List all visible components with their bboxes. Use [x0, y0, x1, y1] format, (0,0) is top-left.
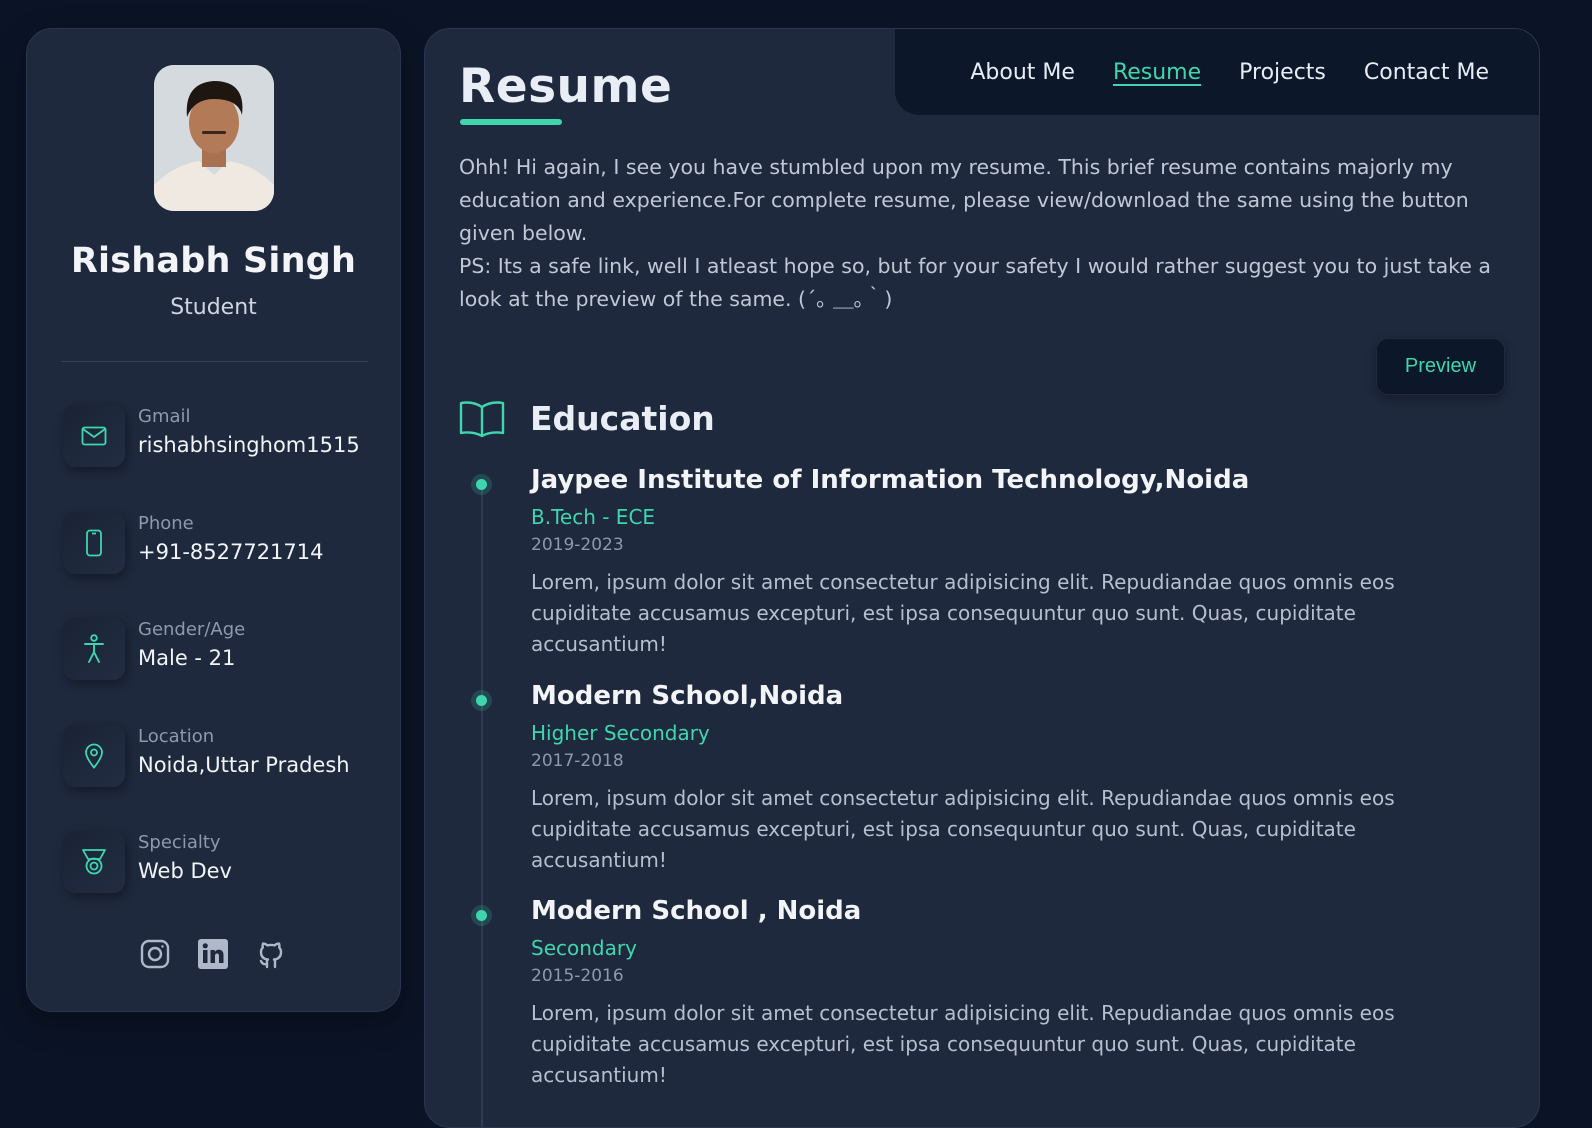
contact-phone: Phone +91-8527721714	[63, 510, 383, 576]
contact-gender-age-label: Gender/Age	[138, 619, 246, 640]
timeline-dot	[476, 479, 487, 490]
contact-specialty: Specialty Web Dev	[63, 829, 383, 895]
timeline-dot	[476, 910, 487, 921]
contact-location: Location Noida,Uttar Pradesh	[63, 723, 383, 789]
nav-resume[interactable]: Resume	[1113, 60, 1201, 85]
intro-disclaimer: PS: Its a safe link, well I atleast hope…	[459, 254, 1491, 311]
sidebar-divider	[61, 361, 368, 362]
top-navbar: About Me Resume Projects Contact Me	[895, 29, 1539, 115]
education-years: 2019-2023	[531, 535, 624, 555]
contact-email-label: Gmail	[138, 406, 191, 427]
location-pin-icon	[63, 725, 125, 787]
intro-text: Ohh! Hi again, I see you have stumbled u…	[459, 151, 1509, 316]
contact-gender-age: Gender/Age Male - 21	[63, 616, 383, 682]
contact-email-value[interactable]: rishabhsinghom1515	[138, 433, 360, 457]
education-description: Lorem, ipsum dolor sit amet consectetur …	[531, 570, 1395, 656]
education-years: 2017-2018	[531, 751, 624, 771]
linkedin-icon[interactable]	[197, 938, 229, 970]
contact-gender-age-value: Male - 21	[138, 646, 236, 670]
github-icon[interactable]	[255, 938, 287, 970]
title-underline	[460, 119, 562, 125]
education-school: Jaypee Institute of Information Technolo…	[531, 465, 1250, 495]
education-degree: B.Tech - ECE	[531, 505, 656, 529]
mail-icon	[63, 405, 125, 467]
instagram-icon[interactable]	[139, 938, 171, 970]
timeline-dot	[476, 695, 487, 706]
contact-location-label: Location	[138, 726, 215, 747]
contact-email: Gmail rishabhsinghom1515	[63, 403, 383, 469]
contact-specialty-label: Specialty	[138, 832, 221, 853]
contact-location-value: Noida,Uttar Pradesh	[138, 753, 350, 777]
profile-name: Rishabh Singh	[70, 241, 357, 281]
resume-panel: About Me Resume Projects Contact Me Resu…	[424, 28, 1540, 1128]
medal-icon	[63, 831, 125, 893]
education-degree: Secondary	[531, 936, 637, 960]
education-years: 2015-2016	[531, 966, 624, 986]
preview-button[interactable]: Preview	[1376, 338, 1505, 395]
contact-specialty-value: Web Dev	[138, 859, 232, 883]
profile-role: Student	[170, 295, 257, 320]
social-links	[139, 934, 299, 974]
education-description: Lorem, ipsum dolor sit amet consectetur …	[531, 786, 1395, 872]
person-icon	[63, 618, 125, 680]
phone-icon	[63, 512, 125, 574]
contact-phone-label: Phone	[138, 513, 194, 534]
education-degree: Higher Secondary	[531, 721, 710, 745]
education-school: Modern School , Noida	[531, 896, 862, 926]
nav-about[interactable]: About Me	[970, 60, 1075, 85]
book-icon	[459, 399, 505, 439]
education-description: Lorem, ipsum dolor sit amet consectetur …	[531, 1001, 1395, 1087]
nav-contact[interactable]: Contact Me	[1364, 60, 1489, 85]
contact-phone-value[interactable]: +91-8527721714	[138, 540, 324, 564]
education-heading: Education	[530, 399, 715, 438]
avatar	[154, 65, 274, 211]
education-school: Modern School,Noida	[531, 681, 844, 711]
profile-sidebar: Rishabh Singh Student Gmail rishabhsingh…	[26, 28, 401, 1012]
nav-projects[interactable]: Projects	[1239, 60, 1326, 85]
timeline-line	[481, 481, 483, 1127]
intro-paragraph: Ohh! Hi again, I see you have stumbled u…	[459, 155, 1469, 245]
page-title: Resume	[459, 59, 673, 114]
